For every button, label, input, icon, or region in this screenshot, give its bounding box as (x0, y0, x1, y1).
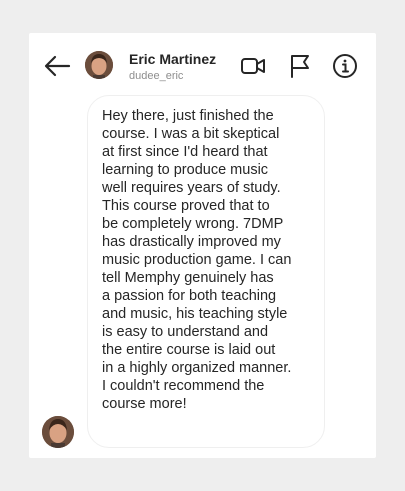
arrow-left-icon[interactable] (43, 54, 71, 78)
flag-icon[interactable] (287, 53, 313, 79)
contact-name[interactable]: Eric Martinez (129, 51, 216, 67)
message-bubble[interactable]: Hey there, just finished the course. I w… (87, 95, 325, 448)
chat-header: Eric Martinez dudee_eric (29, 33, 376, 99)
contact-handle: dudee_eric (129, 70, 184, 82)
video-camera-icon[interactable] (240, 53, 266, 79)
message-text: Hey there, just finished the course. I w… (102, 108, 292, 412)
sender-avatar[interactable] (42, 416, 74, 448)
avatar-image (85, 51, 113, 79)
info-icon[interactable] (332, 53, 358, 79)
sender-avatar-image (42, 416, 74, 448)
avatar[interactable] (85, 51, 113, 79)
chat-panel: Eric Martinez dudee_eric Hey there, just… (29, 33, 376, 458)
